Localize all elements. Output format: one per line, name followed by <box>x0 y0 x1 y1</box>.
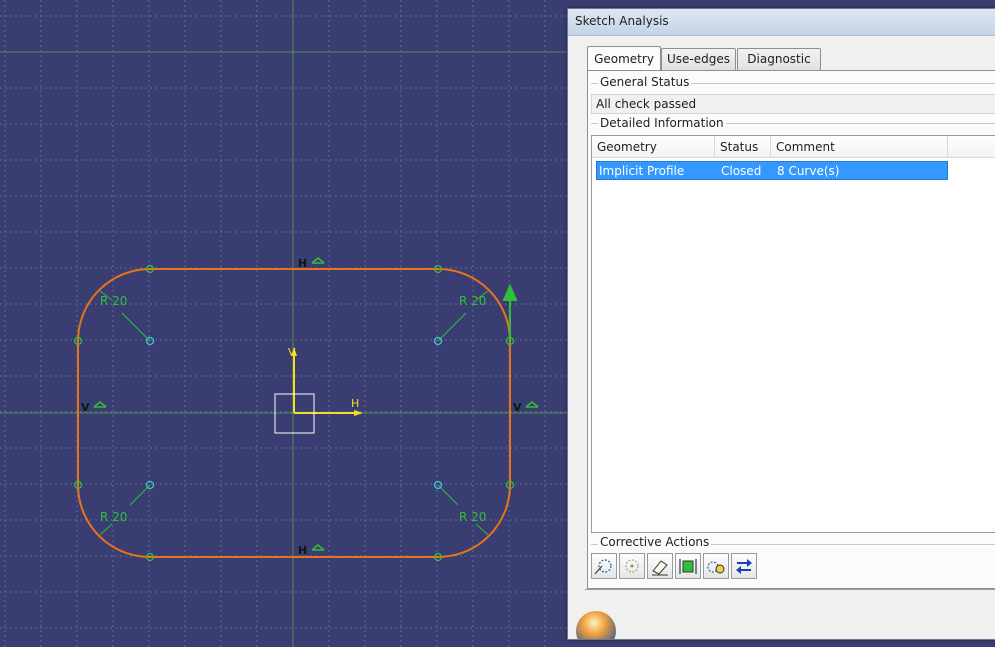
title-bar[interactable]: Sketch Analysis <box>568 9 995 36</box>
radius-label-top-left[interactable]: R 20 <box>100 294 127 308</box>
cell-status: Closed <box>721 164 762 178</box>
hide-construction-icon <box>707 561 725 574</box>
column-header-status[interactable]: Status <box>715 136 771 158</box>
cell-comment: 8 Curve(s) <box>777 164 840 178</box>
detailed-information-table[interactable]: Geometry Status Comment Implicit Profile… <box>591 135 995 533</box>
radius-label-bottom-left[interactable]: R 20 <box>100 510 127 524</box>
horizontal-constraint-top[interactable]: H <box>298 257 307 270</box>
horizontal-constraint-bottom[interactable]: H <box>298 544 307 557</box>
sketch-axis-system[interactable]: V H <box>274 346 363 434</box>
cell-geometry: Implicit Profile <box>599 164 685 178</box>
swap-button[interactable] <box>731 553 757 579</box>
dialog-bottom-divider <box>585 589 995 590</box>
construction-geometry-icon <box>625 559 639 573</box>
detailed-information-label: Detailed Information <box>598 116 726 130</box>
radius-label-bottom-right[interactable]: R 20 <box>459 510 486 524</box>
tab-diagnostic[interactable]: Diagnostic <box>737 48 821 70</box>
vertical-constraint-left[interactable]: V <box>81 401 90 414</box>
hide-constraints-button[interactable] <box>675 553 701 579</box>
globe-icon <box>576 611 616 639</box>
sketch-analysis-dialog: Sketch Analysis Geometry Use-edges Diagn… <box>567 8 995 640</box>
swap-icon <box>736 559 752 574</box>
column-header-filler <box>948 136 995 158</box>
column-header-comment[interactable]: Comment <box>771 136 948 158</box>
tab-geometry[interactable]: Geometry <box>587 46 661 70</box>
hide-construction-button[interactable] <box>703 553 729 579</box>
axis-label-v: V <box>288 346 296 359</box>
construction-geometry-button[interactable] <box>619 553 645 579</box>
general-status-value: All check passed <box>591 94 995 114</box>
open-curve-icon <box>594 559 612 575</box>
radius-label-top-right[interactable]: R 20 <box>459 294 486 308</box>
erase-button[interactable] <box>647 553 673 579</box>
open-curve-button[interactable] <box>591 553 617 579</box>
dialog-title: Sketch Analysis <box>575 14 669 28</box>
table-row[interactable]: Implicit Profile Closed 8 Curve(s) <box>596 161 948 180</box>
corrective-actions-label: Corrective Actions <box>598 535 712 549</box>
general-status-label: General Status <box>598 75 692 89</box>
sketch-grid <box>0 0 570 647</box>
erase-icon <box>652 560 668 576</box>
column-header-geometry[interactable]: Geometry <box>592 136 715 158</box>
axis-label-h: H <box>351 397 359 410</box>
tab-use-edges[interactable]: Use-edges <box>661 48 736 70</box>
vertical-constraint-right[interactable]: V <box>513 401 522 414</box>
hide-constraints-icon <box>679 559 697 574</box>
